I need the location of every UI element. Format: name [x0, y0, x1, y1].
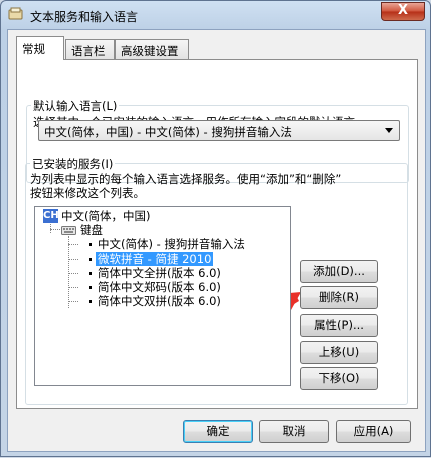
language-badge: CH	[43, 209, 59, 223]
tree-connector	[68, 236, 69, 308]
tree-service-item[interactable]: 简体中文双拼(版本 6.0)	[98, 294, 221, 308]
properties-button[interactable]: 属性(P)...	[300, 314, 378, 337]
installed-services-description-1: 为列表中显示的每个输入语言选择服务。使用“添加”和“删除”	[30, 172, 342, 186]
chevron-down-icon	[385, 128, 393, 133]
tree-connector	[68, 273, 78, 274]
tree-connector	[68, 244, 78, 245]
bullet-icon	[89, 286, 92, 289]
tree-connector	[68, 259, 78, 260]
tree-connector	[68, 301, 78, 302]
default-language-label: 默认输入语言(L)	[31, 98, 120, 114]
dialog-window: 文本服务和输入语言 X 常规 语言栏 高级键设置 默认输入语言(L) 选择其中一…	[0, 0, 431, 457]
default-language-select[interactable]: 中文(简体，中国) - 中文(简体) - 搜狗拼音输入法	[38, 120, 400, 141]
ok-button[interactable]: 确定	[183, 420, 253, 443]
tab-general[interactable]: 常规	[16, 36, 64, 60]
installed-services-tree[interactable]: CH 中文(简体，中国) 键盘 中文(简体) - 搜狗拼音输入法 微软拼音 - …	[34, 206, 291, 386]
default-language-value: 中文(简体，中国) - 中文(简体) - 搜狗拼音输入法	[44, 125, 292, 139]
move-down-button[interactable]: 下移(O)	[300, 367, 378, 390]
bullet-icon	[89, 258, 92, 261]
tree-service-item[interactable]: 简体中文全拼(版本 6.0)	[98, 266, 221, 280]
cancel-button[interactable]: 取消	[259, 420, 329, 443]
app-icon	[8, 7, 23, 20]
tree-service-item[interactable]: 中文(简体) - 搜狗拼音输入法	[98, 237, 245, 251]
apply-button[interactable]: 应用(A)	[336, 420, 411, 443]
add-button[interactable]: 添加(D)...	[300, 260, 378, 283]
title-bar[interactable]: 文本服务和输入语言 X	[1, 1, 430, 29]
tree-service-item[interactable]: 简体中文郑码(版本 6.0)	[98, 280, 221, 294]
installed-services-description-2: 按钮来修改这个列表。	[30, 186, 145, 200]
bullet-icon	[89, 272, 92, 275]
tree-connector	[68, 287, 78, 288]
close-button[interactable]: X	[381, 2, 425, 21]
tab-language-bar[interactable]: 语言栏	[65, 39, 115, 59]
bullet-icon	[89, 300, 92, 303]
tree-language-node[interactable]: 中文(简体，中国)	[61, 209, 150, 223]
bullet-icon	[89, 243, 92, 246]
dialog-client: 常规 语言栏 高级键设置 默认输入语言(L) 选择其中一个已安装的输入语言，用作…	[7, 29, 426, 452]
remove-button[interactable]: 删除(R)	[300, 286, 378, 309]
tree-connector	[50, 229, 60, 230]
window-title: 文本服务和输入语言	[30, 10, 139, 24]
keyboard-icon	[61, 226, 76, 235]
tab-advanced-key-settings[interactable]: 高级键设置	[115, 39, 189, 59]
tree-service-item-selected[interactable]: 微软拼音 - 简捷 2010	[96, 252, 214, 266]
installed-services-label: 已安装的服务(I)	[30, 156, 116, 172]
move-up-button[interactable]: 上移(U)	[300, 341, 378, 364]
tree-keyboard-node[interactable]: 键盘	[80, 223, 103, 237]
